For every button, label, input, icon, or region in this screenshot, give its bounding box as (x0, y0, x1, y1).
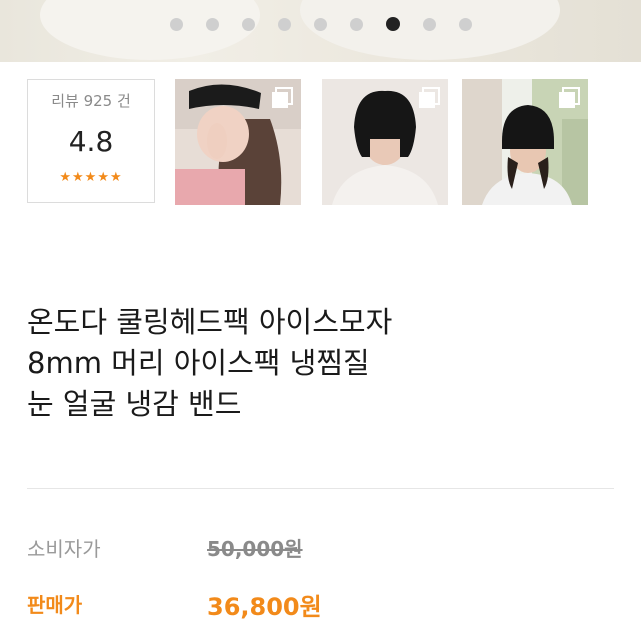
carousel-pagination (170, 14, 472, 34)
review-score: 4.8 (68, 125, 114, 158)
list-price-value: 50,000원 (207, 537, 303, 561)
product-image-carousel[interactable] (0, 0, 641, 62)
sale-price-value: 36,800원 (207, 593, 322, 621)
section-divider (27, 488, 614, 489)
carousel-dot[interactable] (459, 17, 472, 31)
multi-image-icon (559, 87, 580, 108)
sale-price-row: 판매가 36,800원 (27, 589, 627, 623)
carousel-dot[interactable] (278, 17, 291, 31)
list-price-row: 소비자가 50,000원 (27, 533, 627, 567)
multi-image-icon (419, 87, 440, 108)
carousel-dot[interactable] (170, 17, 183, 31)
review-photo-thumbnail[interactable] (175, 79, 301, 205)
multi-image-icon (272, 87, 293, 108)
product-title-line: 8mm 머리 아이스팩 냉찜질 (27, 346, 370, 380)
carousel-dot[interactable] (423, 17, 436, 31)
review-count: 리뷰 925 건 (51, 92, 131, 110)
carousel-dot[interactable] (206, 17, 219, 31)
carousel-dot[interactable] (242, 17, 255, 31)
carousel-dot-active[interactable] (386, 17, 400, 31)
sale-price-label: 판매가 (27, 593, 83, 617)
list-price-label: 소비자가 (27, 537, 101, 561)
chevron-right-icon[interactable] (595, 124, 613, 158)
product-title-line: 눈 얼굴 냉감 밴드 (27, 387, 242, 421)
carousel-dot[interactable] (350, 17, 363, 31)
product-title-line: 온도다 쿨링헤드팩 아이스모자 (27, 305, 393, 339)
product-title: 온도다 쿨링헤드팩 아이스모자 8mm 머리 아이스팩 냉찜질 눈 얼굴 냉감 … (27, 302, 627, 425)
carousel-dot[interactable] (314, 17, 327, 31)
review-photo-thumbnail[interactable] (322, 79, 448, 205)
review-summary[interactable]: 리뷰 925 건 4.8 ★★★★★ (27, 79, 155, 203)
star-rating: ★★★★★ (59, 170, 123, 185)
review-photo-thumbnail[interactable] (462, 79, 588, 205)
